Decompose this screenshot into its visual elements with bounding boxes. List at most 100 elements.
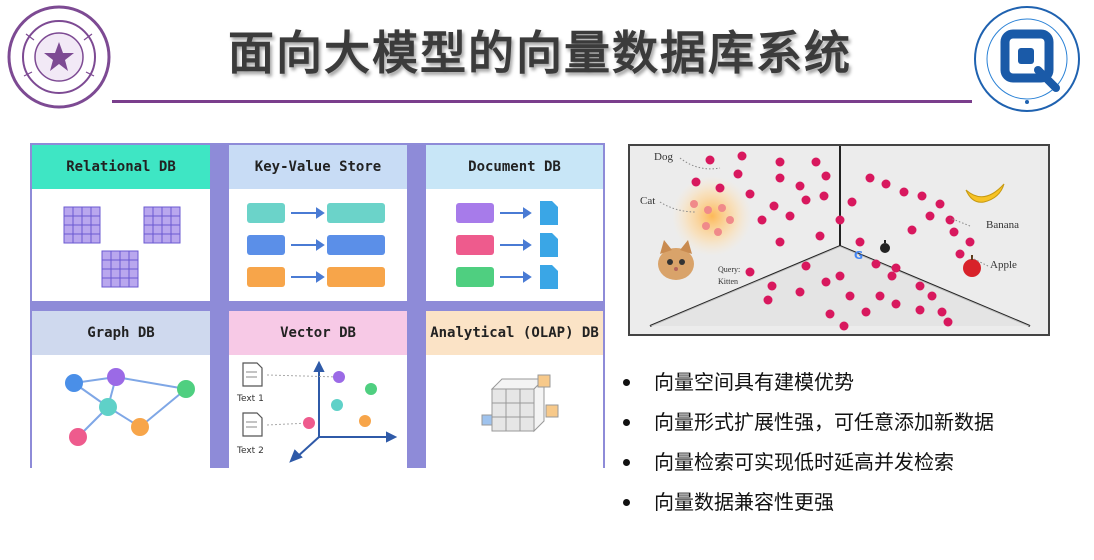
vector-point [943,317,953,327]
vector-point [949,227,959,237]
vector-point [821,171,831,181]
vector-space-plot: G Dog Cat Query: Kitten Banana Apple [640,146,1031,331]
query-neighbor-point [704,206,712,214]
vector-space-illustration: G Dog Cat Query: Kitten Banana Apple [628,144,1050,336]
document-icons [456,201,558,289]
document-db-label: Document DB [468,159,561,175]
graph-db-card: Graph DB [32,311,210,468]
olap-db-card: Analytical (OLAP) DB [426,311,603,468]
key-value-pairs [247,203,385,287]
vector-point [737,151,747,161]
vector-point [915,281,925,291]
vector-point [891,299,901,309]
vector-point [767,281,777,291]
table-icons [63,206,181,288]
bullet-icon [623,379,630,386]
vector-point [757,215,767,225]
arrow-icons [291,207,325,283]
vector-point [881,179,891,189]
vector-point [875,291,885,301]
vector-point [795,181,805,191]
vector-point [917,191,927,201]
vector-point [775,237,785,247]
vector-point [745,189,755,199]
vector-db-label: Vector DB [280,325,356,341]
vector-point [819,191,829,201]
cat-icon [658,240,694,280]
bullet-text: 向量形式扩展性强，可任意添加新数据 [654,410,994,434]
vector-db-header: Vector DB [229,311,407,355]
document-icon [242,412,263,437]
google-icon: G [854,249,863,262]
vector-db-card: Vector DB Text 1 Text 2 [229,311,407,468]
tsinghua-logo [7,5,111,109]
relational-db-header: Relational DB [32,145,210,189]
vector-point [845,291,855,301]
vector-point [937,307,947,317]
bnrist-logo [974,6,1080,112]
vector-point [965,237,975,247]
apple-label: Apple [990,259,1017,271]
vector-point [785,211,795,221]
table-icon [63,206,101,244]
query-neighbor-point [690,200,698,208]
olap-db-label: Analytical (OLAP) DB [430,325,599,341]
vector-point [821,277,831,287]
vector-point [955,249,965,259]
vector-point [871,259,881,269]
cat-label: Cat [640,195,655,207]
query-glow [672,176,752,256]
bullet-icon [623,419,630,426]
bullet-icon [623,459,630,466]
dog-label: Dog [654,151,673,163]
query-neighbor-point [702,222,710,230]
vector-point [801,261,811,271]
vector-point [945,215,955,225]
vector-point [815,231,825,241]
cube-icon [481,374,559,433]
document-db-card: Document DB [426,145,603,301]
table-icon [143,206,181,244]
bullet-text: 向量检索可实现低时延高并发检索 [654,450,954,474]
vector-point [763,295,773,305]
vector-point [795,287,805,297]
query-word-label: Kitten [718,277,738,286]
advantages-list: 向量空间具有建模优势 向量形式扩展性强，可任意添加新数据 向量检索可实现低时延高… [620,362,1080,522]
title-divider [112,100,972,103]
key-value-store-header: Key-Value Store [229,145,407,189]
vector-embedding-diagram: Text 1 Text 2 [236,360,398,463]
vector-point [835,215,845,225]
vector-point [745,267,755,277]
graph-db-header: Graph DB [32,311,210,355]
slide-title: 面向大模型的向量数据库系统 [228,26,852,80]
query-neighbor-point [718,204,726,212]
vector-point [769,201,779,211]
vector-point [855,237,865,247]
vector-point [839,321,849,331]
vector-point [847,197,857,207]
banana-icon [965,183,1005,203]
graph-diagram [65,368,195,446]
list-item: 向量空间具有建模优势 [620,362,1080,402]
vector-point [891,263,901,273]
list-item: 向量检索可实现低时延高并发检索 [620,442,1080,482]
vector-point [861,307,871,317]
olap-db-header: Analytical (OLAP) DB [426,311,603,355]
bullet-text: 向量空间具有建模优势 [654,370,854,394]
relational-db-label: Relational DB [66,159,176,175]
list-item: 向量数据兼容性更强 [620,482,1080,522]
vector-point [801,195,811,205]
query-neighbor-point [726,216,734,224]
vector-point [691,177,701,187]
vector-point [915,305,925,315]
table-icon [101,250,139,288]
text-2-label: Text 2 [236,446,264,456]
vector-point [811,157,821,167]
vector-point [899,187,909,197]
document-db-header: Document DB [426,145,603,189]
key-value-store-label: Key-Value Store [254,159,382,175]
key-value-store-card: Key-Value Store [229,145,407,301]
vector-point [733,169,743,179]
query-label: Query: [718,265,740,274]
graph-db-label: Graph DB [87,325,155,341]
